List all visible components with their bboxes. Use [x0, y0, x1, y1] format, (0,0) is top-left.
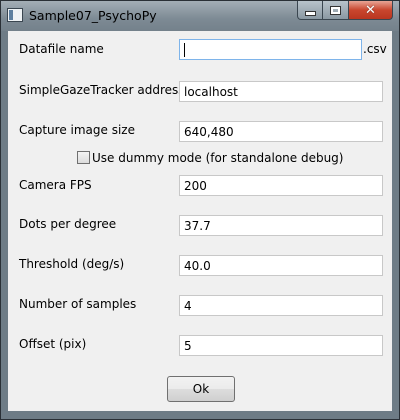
maximize-icon [330, 5, 341, 15]
camera-fps-label: Camera FPS [19, 178, 92, 192]
dots-per-degree-input[interactable] [179, 215, 383, 236]
window-controls: ✕ [297, 1, 393, 21]
tracker-address-label: SimpleGazeTracker address [19, 83, 185, 97]
datafile-name-input[interactable] [179, 39, 362, 60]
ok-button[interactable]: Ok [167, 376, 235, 402]
minimize-icon [304, 10, 316, 16]
dummy-mode-label[interactable]: Use dummy mode (for standalone debug) [92, 151, 343, 165]
window-title: Sample07_PsychoPy [29, 8, 157, 23]
threshold-input[interactable] [179, 255, 383, 276]
dummy-mode-checkbox[interactable] [77, 151, 90, 164]
text-caret [184, 43, 185, 57]
minimize-button[interactable] [297, 1, 323, 20]
maximize-button[interactable] [323, 1, 349, 20]
close-icon: ✕ [365, 2, 376, 18]
app-window-icon [7, 8, 23, 22]
num-samples-input[interactable] [179, 295, 383, 316]
camera-fps-input[interactable] [179, 175, 383, 196]
threshold-label: Threshold (deg/s) [19, 257, 125, 271]
tracker-address-input[interactable] [179, 81, 383, 102]
capture-size-label: Capture image size [19, 123, 135, 137]
offset-label: Offset (pix) [19, 337, 87, 351]
datafile-name-label: Datafile name [19, 42, 104, 56]
title-bar[interactable]: Sample07_PsychoPy ✕ [1, 1, 399, 31]
datafile-suffix-label: .csv [363, 42, 387, 56]
offset-input[interactable] [179, 335, 383, 356]
capture-size-input[interactable] [179, 121, 383, 142]
dialog-body: Datafile name .csv SimpleGazeTracker add… [8, 31, 392, 411]
num-samples-label: Number of samples [19, 297, 137, 311]
dialog-window: Sample07_PsychoPy ✕ Datafile name .csv S… [0, 0, 400, 420]
dots-per-degree-label: Dots per degree [19, 217, 117, 231]
close-button[interactable]: ✕ [349, 1, 393, 20]
